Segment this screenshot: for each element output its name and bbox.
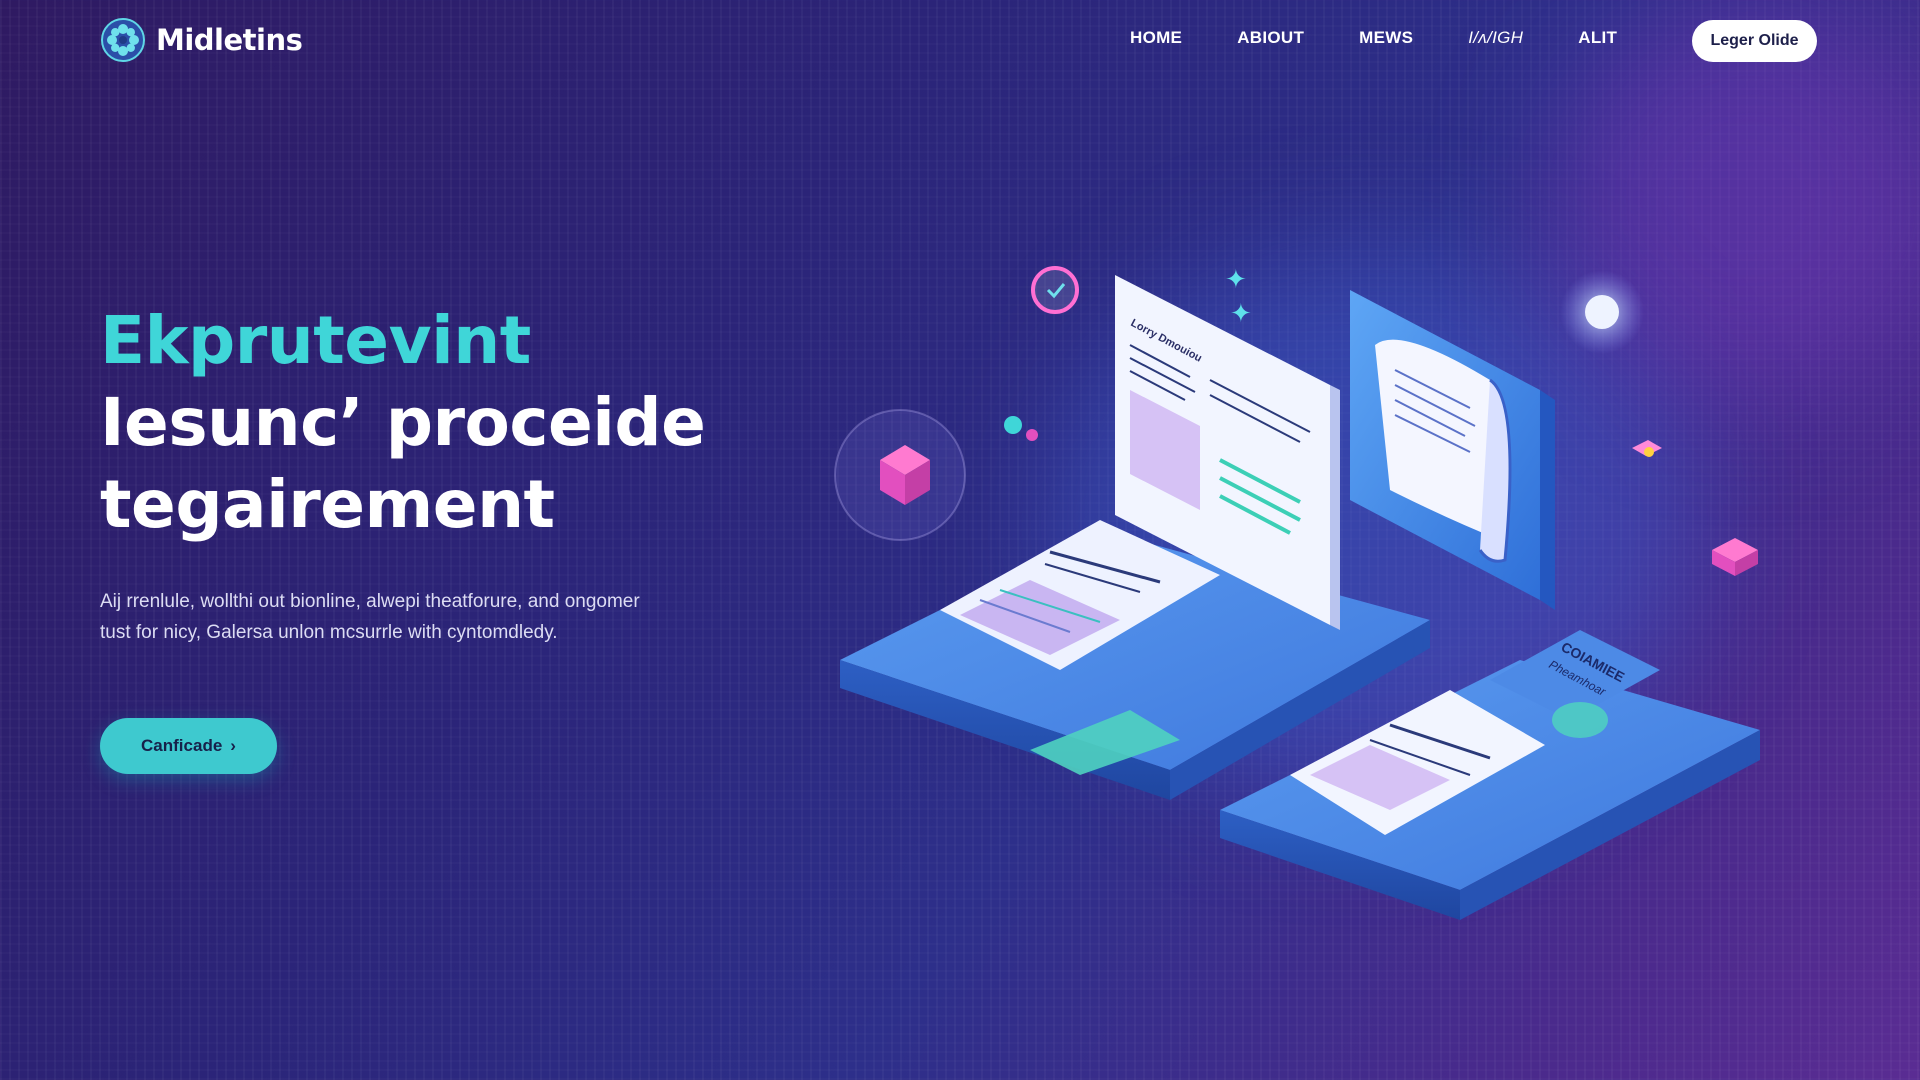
- pink-cube-icon: [1712, 538, 1758, 576]
- hero-headline: Ekprutevint Iesunc’ proceide tegairement: [100, 300, 720, 546]
- nav-item-fourth[interactable]: I/ᴧ/IGH: [1468, 28, 1523, 48]
- flower-icon: [101, 18, 145, 62]
- badge-ring-icon: [1031, 266, 1079, 314]
- headline-accent: Ekprutevint: [100, 302, 531, 379]
- nav-item-about[interactable]: ABIOUT: [1237, 28, 1304, 48]
- brand[interactable]: Midletins: [100, 18, 303, 62]
- nav-item-news[interactable]: MEWS: [1359, 28, 1413, 48]
- chevron-right-icon: ›: [230, 736, 236, 755]
- hero-description: Aij rrenlule, wollthi out bionline, alwe…: [100, 591, 640, 643]
- gem-icon: [1632, 440, 1662, 457]
- nav-item-alit[interactable]: ALIT: [1578, 28, 1617, 48]
- login-button[interactable]: Leger Olide: [1692, 20, 1817, 62]
- tablet-scroll: [1350, 290, 1555, 610]
- isometric-illustration: Lorry Dmouiou COIAMIEE Pheamhoar ✦ ✦: [834, 264, 1760, 920]
- brand-name: Midletins: [156, 23, 303, 57]
- top-navigation: Midletins HOME ABIOUT MEWS I/ᴧ/IGH ALIT …: [0, 0, 1920, 82]
- headline-line-2: Iesunc’ proceide: [100, 384, 706, 461]
- sparkle-icon-2: ✦: [1230, 298, 1252, 328]
- headline-line-3: tegairement: [100, 466, 555, 543]
- hero-cta-button[interactable]: Canficade ›: [100, 718, 277, 774]
- hero-section: Ekprutevint Iesunc’ proceide tegairement…: [100, 300, 720, 648]
- hero-cta-label: Canficade: [141, 736, 223, 755]
- main-menu: HOME ABIOUT MEWS I/ᴧ/IGH ALIT: [1130, 28, 1672, 48]
- sparkle-icon: ✦: [1225, 264, 1247, 294]
- nav-item-home[interactable]: HOME: [1130, 28, 1182, 48]
